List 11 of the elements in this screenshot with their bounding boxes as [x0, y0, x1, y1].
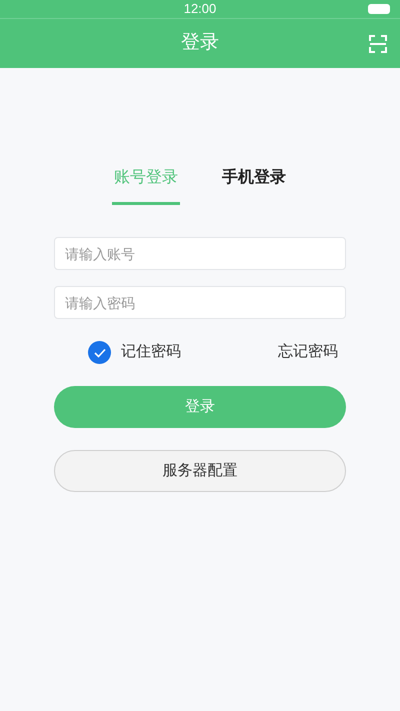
forgot-password-link[interactable]: 忘记密码 — [278, 341, 338, 364]
battery-icon — [368, 4, 390, 14]
page-title: 登录 — [181, 31, 219, 56]
remember-label: 记住密码 — [121, 342, 181, 362]
status-time: 12:00 — [184, 0, 216, 18]
check-icon — [94, 348, 106, 358]
remember-checkbox[interactable] — [88, 341, 111, 364]
password-field[interactable]: 请输入密码 — [54, 286, 346, 319]
login-tab[interactable]: 手机登录 — [220, 166, 288, 205]
account-field[interactable]: 请输入账号 — [54, 237, 346, 270]
server-config-button[interactable]: 服务器配置 — [54, 450, 346, 492]
